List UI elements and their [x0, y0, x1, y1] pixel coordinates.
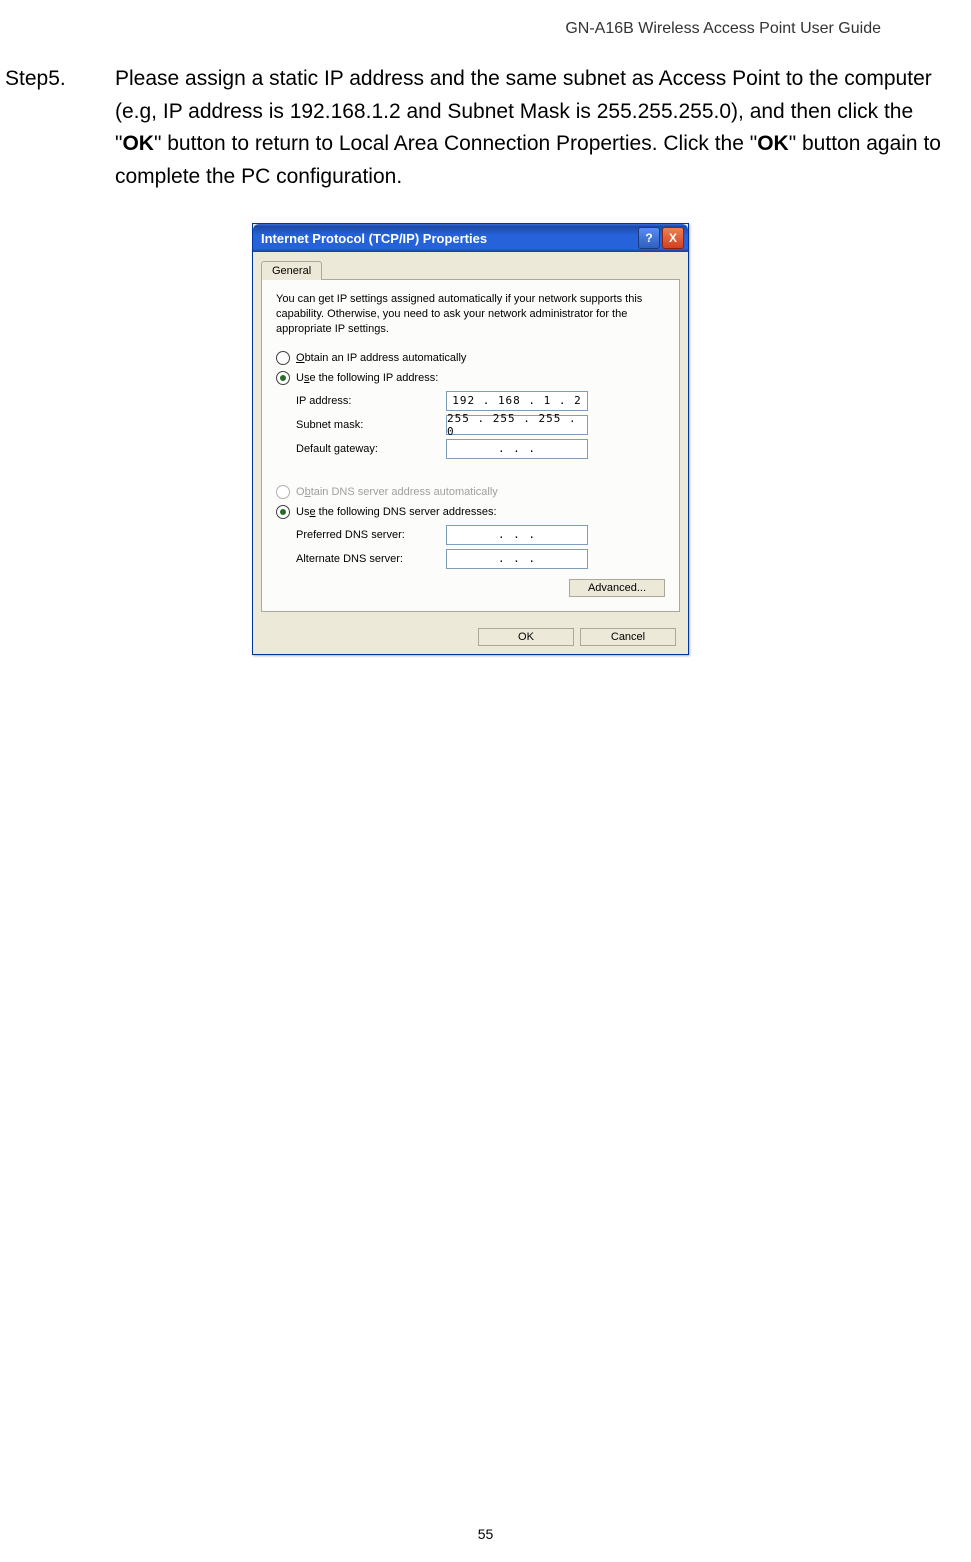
step-text: Please assign a static IP address and th…	[115, 63, 941, 193]
ip-group: IP address: 192 . 168 . 1 . 2 Subnet mas…	[276, 391, 665, 467]
ip-address-label: IP address:	[296, 395, 446, 407]
alternate-dns-label: Alternate DNS server:	[296, 553, 446, 565]
ip-address-input[interactable]: 192 . 168 . 1 . 2	[446, 391, 588, 411]
help-icon[interactable]: ?	[638, 227, 660, 249]
radio-use-dns[interactable]: Use the following DNS server addresses:	[276, 505, 665, 519]
close-icon[interactable]: X	[662, 227, 684, 249]
radio-obtain-dns-label: Obtain DNS server address automatically	[296, 486, 498, 498]
ok-button[interactable]: OK	[478, 628, 574, 646]
default-gateway-input[interactable]: . . .	[446, 439, 588, 459]
step-label: Step5.	[5, 63, 115, 193]
radio-use-ip[interactable]: Use the following IP address:	[276, 371, 665, 385]
radio-icon	[276, 371, 290, 385]
radio-obtain-dns: Obtain DNS server address automatically	[276, 485, 665, 499]
preferred-dns-label: Preferred DNS server:	[296, 529, 446, 541]
dialog-title: Internet Protocol (TCP/IP) Properties	[261, 231, 487, 246]
step-ok-1: OK	[122, 132, 154, 155]
doc-header: GN-A16B Wireless Access Point User Guide	[0, 20, 941, 38]
default-gateway-label: Default gateway:	[296, 443, 446, 455]
step-ok-2: OK	[757, 132, 789, 155]
radio-use-dns-label: Use the following DNS server addresses:	[296, 506, 497, 518]
page-number: 55	[0, 1526, 971, 1542]
radio-obtain-ip[interactable]: Obtain an IP address automatically	[276, 351, 665, 365]
cancel-button[interactable]: Cancel	[580, 628, 676, 646]
step5-block: Step5. Please assign a static IP address…	[0, 63, 941, 193]
subnet-mask-input[interactable]: 255 . 255 . 255 . 0	[446, 415, 588, 435]
advanced-button[interactable]: Advanced...	[569, 579, 665, 597]
radio-icon	[276, 351, 290, 365]
radio-icon	[276, 485, 290, 499]
radio-icon	[276, 505, 290, 519]
step-text-part2: " button to return to Local Area Connect…	[154, 132, 757, 155]
alternate-dns-input[interactable]: . . .	[446, 549, 588, 569]
tcpip-properties-dialog: Internet Protocol (TCP/IP) Properties ? …	[252, 223, 689, 655]
tab-general[interactable]: General	[261, 261, 322, 280]
titlebar[interactable]: Internet Protocol (TCP/IP) Properties ? …	[253, 224, 688, 252]
dns-group: Preferred DNS server: . . . Alternate DN…	[276, 525, 665, 569]
radio-use-ip-label: Use the following IP address:	[296, 372, 438, 384]
preferred-dns-input[interactable]: . . .	[446, 525, 588, 545]
subnet-mask-label: Subnet mask:	[296, 419, 446, 431]
radio-obtain-ip-label: Obtain an IP address automatically	[296, 352, 466, 364]
dialog-description: You can get IP settings assigned automat…	[276, 292, 665, 337]
